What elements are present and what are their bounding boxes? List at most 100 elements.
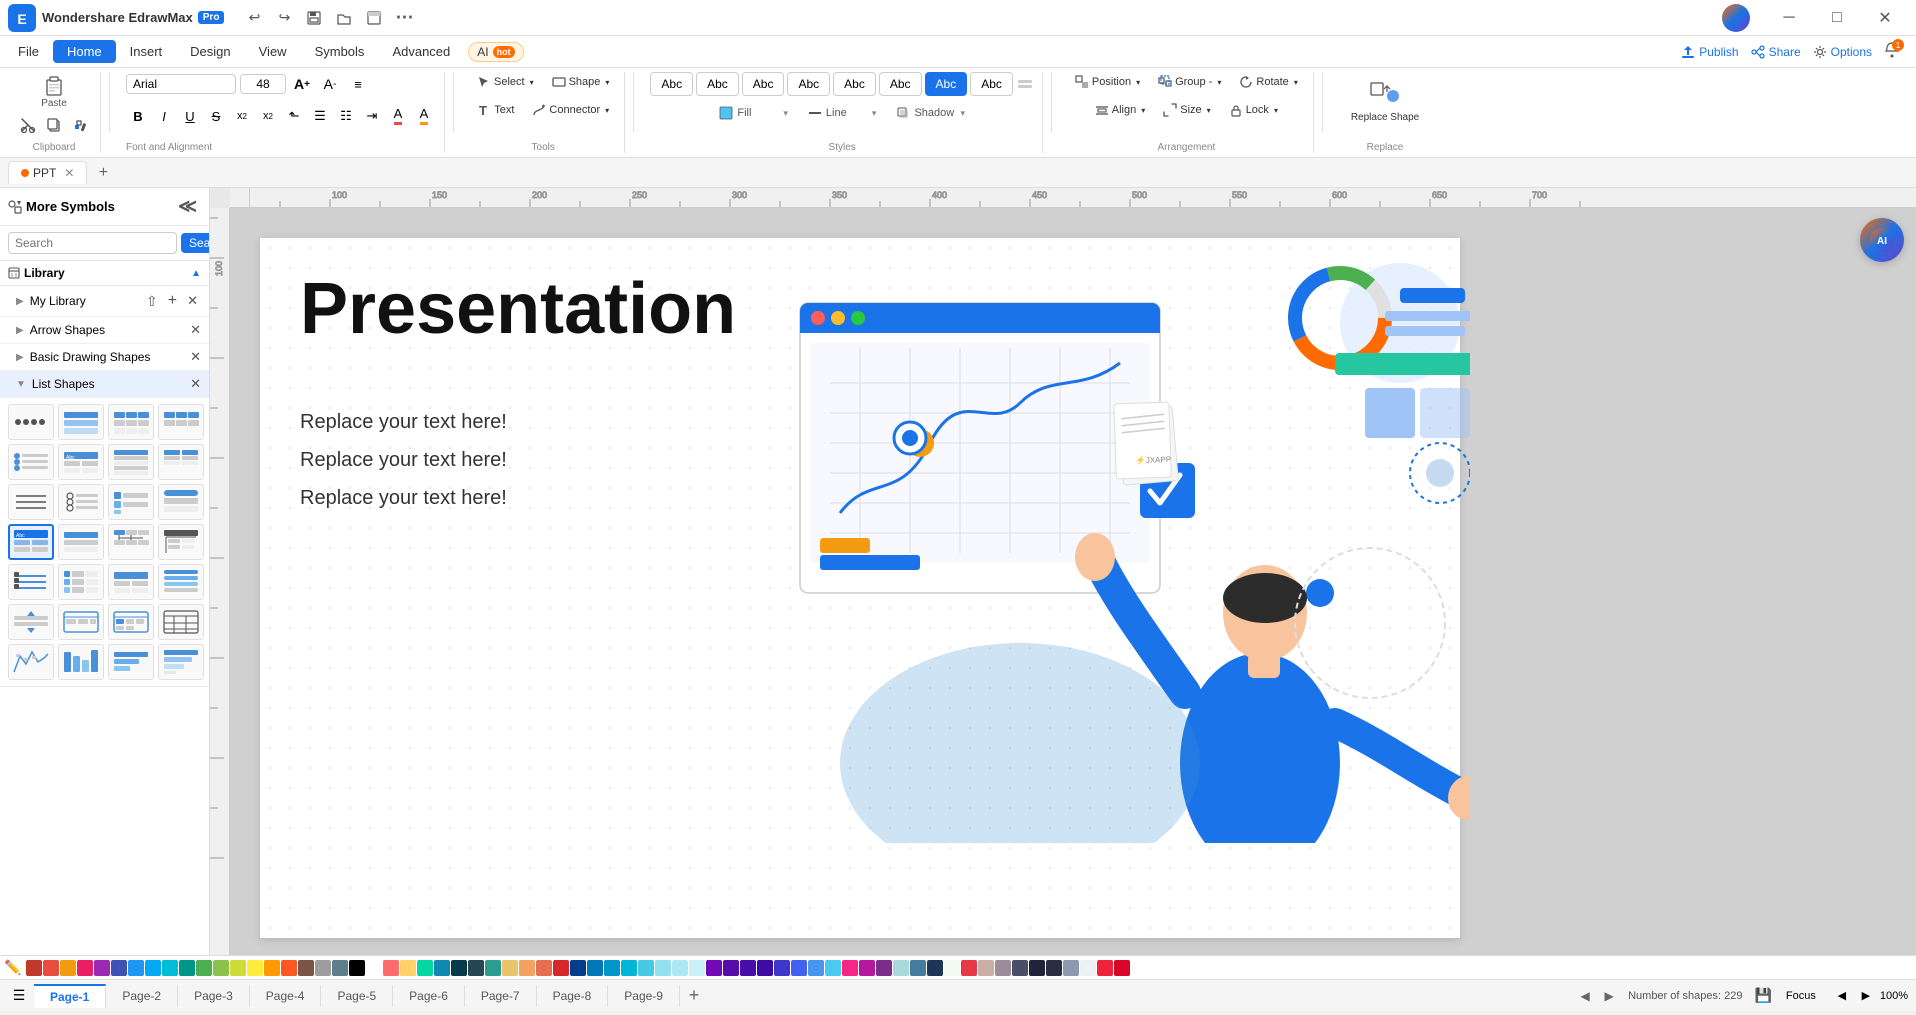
font-size-input[interactable] (240, 74, 286, 94)
color-swatch[interactable] (808, 960, 824, 976)
underline-button[interactable]: U (178, 104, 202, 128)
color-swatch[interactable] (281, 960, 297, 976)
shape-thumb-3[interactable] (108, 404, 154, 440)
style-swatch-1[interactable]: Abc (650, 72, 693, 96)
color-swatch[interactable] (1097, 960, 1113, 976)
color-swatch[interactable] (536, 960, 552, 976)
maximize-button[interactable]: □ (1814, 3, 1860, 33)
strikethrough-button[interactable]: S (204, 104, 228, 128)
shape-thumb-26[interactable] (58, 644, 104, 680)
shape-thumb-18[interactable] (58, 564, 104, 600)
color-swatch[interactable] (842, 960, 858, 976)
ai-float-button[interactable]: AI (1860, 218, 1904, 262)
font-increase-btn[interactable]: A+ (290, 72, 314, 96)
close-library-button[interactable]: ✕ (184, 292, 201, 310)
shadow-button[interactable]: Shadow ▾ (890, 104, 971, 122)
color-swatch[interactable] (519, 960, 535, 976)
color-swatch[interactable] (570, 960, 586, 976)
style-swatch-3[interactable]: Abc (742, 72, 785, 96)
color-swatch[interactable] (740, 960, 756, 976)
options-button[interactable]: Options (1813, 45, 1872, 59)
expand-all-button[interactable]: ≪ (174, 194, 201, 219)
color-swatch[interactable] (1063, 960, 1079, 976)
shape-thumb-10[interactable] (58, 484, 104, 520)
color-swatch[interactable] (196, 960, 212, 976)
color-swatch[interactable] (162, 960, 178, 976)
color-swatch[interactable] (689, 960, 705, 976)
page-tab-2[interactable]: Page-2 (106, 985, 178, 1007)
shape-thumb-7[interactable] (108, 444, 154, 480)
close-list-btn[interactable]: ✕ (190, 376, 201, 392)
style-swatch-8[interactable]: Abc (970, 72, 1013, 96)
shape-thumb-4[interactable] (158, 404, 204, 440)
template-button[interactable] (360, 4, 388, 32)
shape-thumb-21[interactable] (8, 604, 54, 640)
page-tab-5[interactable]: Page-5 (321, 985, 393, 1007)
color-swatch[interactable] (502, 960, 518, 976)
replace-shape-button[interactable]: Replace Shape (1339, 72, 1431, 130)
shape-thumb-27[interactable] (108, 644, 154, 680)
menu-ai[interactable]: AI hot (468, 42, 523, 62)
color-swatch[interactable] (179, 960, 195, 976)
color-swatch[interactable] (791, 960, 807, 976)
style-swatch-7[interactable]: Abc (925, 72, 968, 96)
menu-file[interactable]: File (4, 40, 53, 63)
line-button[interactable]: Line ▾ (802, 104, 883, 122)
color-swatch[interactable] (757, 960, 773, 976)
color-swatch[interactable] (264, 960, 280, 976)
page-tab-8[interactable]: Page-8 (537, 985, 609, 1007)
color-swatch[interactable] (621, 960, 637, 976)
canvas-content[interactable]: Presentation Replace your text here! Rep… (230, 208, 1916, 955)
color-swatch[interactable] (349, 960, 365, 976)
copy-button[interactable] (42, 115, 66, 135)
share-button[interactable]: Share (1751, 45, 1801, 59)
color-swatch[interactable] (1012, 960, 1028, 976)
rotate-button[interactable]: Rotate ▾ (1232, 72, 1304, 92)
color-swatch[interactable] (1046, 960, 1062, 976)
shape-thumb-25[interactable] (8, 644, 54, 680)
page-tab-3[interactable]: Page-3 (178, 985, 250, 1007)
connector-button[interactable]: Connector ▾ (525, 100, 616, 120)
font-decrease-btn[interactable]: A- (318, 72, 342, 96)
color-swatch[interactable] (1080, 960, 1096, 976)
close-button[interactable]: ✕ (1862, 3, 1908, 33)
search-input[interactable] (8, 232, 177, 254)
color-swatch[interactable] (1114, 960, 1130, 976)
save-button[interactable] (300, 4, 328, 32)
color-swatch[interactable] (230, 960, 246, 976)
color-swatch[interactable] (213, 960, 229, 976)
color-swatch[interactable] (315, 960, 331, 976)
color-swatch[interactable] (587, 960, 603, 976)
shape-button[interactable]: Shape ▾ (545, 72, 617, 92)
color-swatch[interactable] (451, 960, 467, 976)
format-painter-button[interactable] (68, 115, 92, 135)
list-shapes-item[interactable]: ▼ List Shapes ✕ (0, 371, 209, 398)
color-swatch[interactable] (485, 960, 501, 976)
lock-button[interactable]: Lock ▾ (1222, 100, 1285, 120)
color-swatch[interactable] (128, 960, 144, 976)
fill-button[interactable]: Fill ▾ (713, 104, 794, 122)
zoom-out-arrow[interactable]: ▶ (1856, 986, 1876, 1006)
shape-thumb-17[interactable] (8, 564, 54, 600)
color-swatch[interactable] (298, 960, 314, 976)
color-swatch[interactable] (723, 960, 739, 976)
shape-thumb-9[interactable] (8, 484, 54, 520)
font-name-input[interactable] (126, 74, 236, 94)
color-swatch[interactable] (655, 960, 671, 976)
color-swatch[interactable] (978, 960, 994, 976)
close-basic-btn[interactable]: ✕ (190, 349, 201, 365)
color-swatch[interactable] (111, 960, 127, 976)
color-swatch[interactable] (1029, 960, 1045, 976)
my-library-item[interactable]: ▶ My Library ⇧ + ✕ (0, 286, 209, 317)
notification-icon[interactable]: 1 (1884, 42, 1900, 61)
publish-button[interactable]: Publish (1681, 45, 1738, 59)
minimize-button[interactable]: ─ (1766, 3, 1812, 33)
search-button[interactable]: Search (181, 233, 210, 253)
group-button[interactable]: Group - ▾ (1151, 72, 1228, 92)
color-swatch[interactable] (995, 960, 1011, 976)
color-swatch[interactable] (94, 960, 110, 976)
color-swatch[interactable] (553, 960, 569, 976)
color-swatch[interactable] (417, 960, 433, 976)
align-arrange-button[interactable]: Align ▾ (1088, 100, 1152, 120)
color-swatch[interactable] (366, 960, 382, 976)
